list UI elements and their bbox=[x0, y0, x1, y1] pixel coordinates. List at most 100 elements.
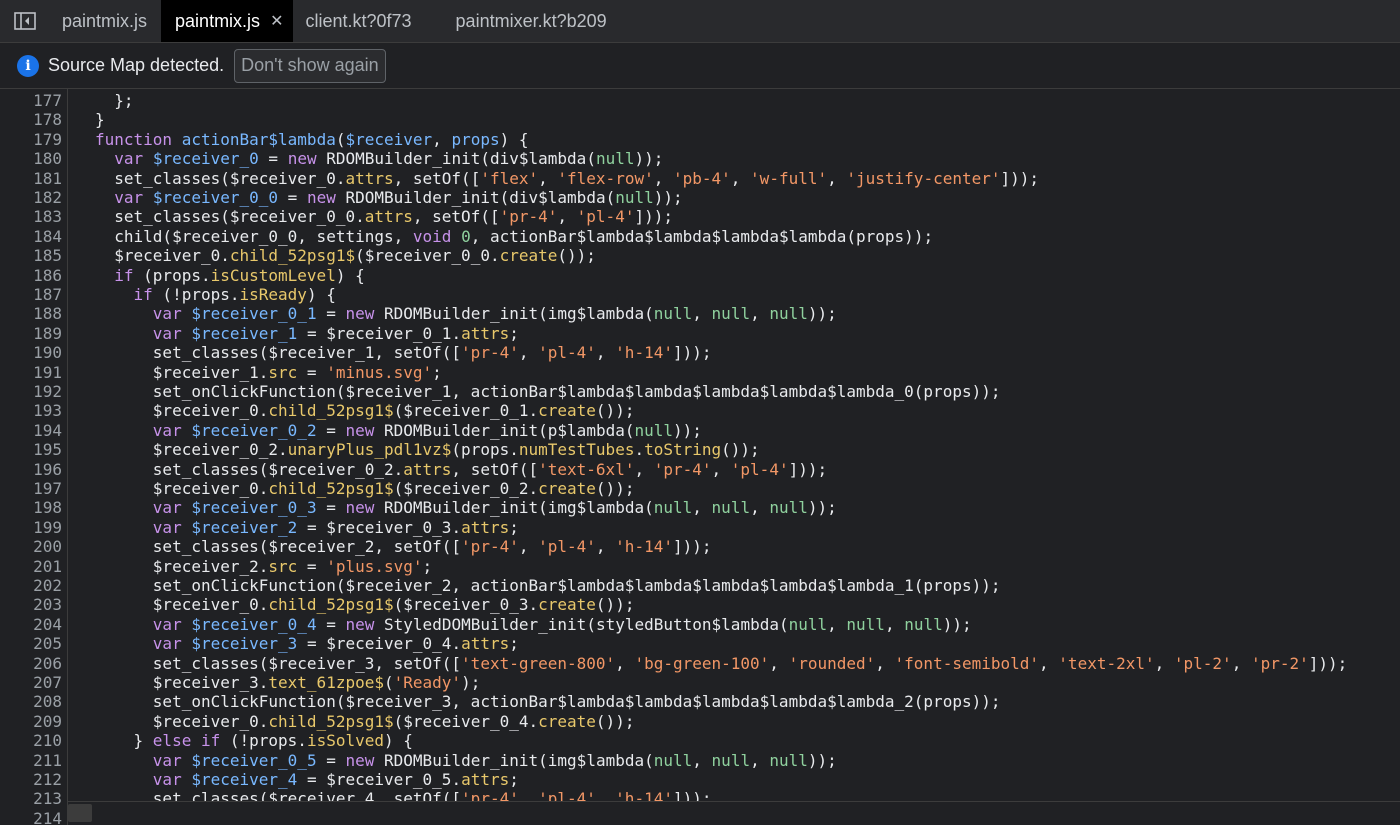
code-text: $receiver_0.child_52psg1$($receiver_0_3.… bbox=[95, 595, 635, 615]
code-line: 210 } else if (!props.isSolved) { bbox=[0, 731, 1400, 750]
code-text: var $receiver_2 = $receiver_0_3.attrs; bbox=[152, 517, 519, 537]
scrollbar-thumb[interactable] bbox=[68, 804, 92, 822]
code-text: set_classes($receiver_1, setOf(['pr-4', … bbox=[95, 343, 712, 363]
code-line: 191 $receiver_1.src = 'minus.svg'; bbox=[0, 363, 1400, 382]
code-line: 197 $receiver_0.child_52psg1$($receiver_… bbox=[0, 479, 1400, 498]
code-line: 186 if (props.isCustomLevel) { bbox=[0, 266, 1400, 285]
code-line: 178} bbox=[0, 110, 1400, 129]
code-text: var $receiver_4 = $receiver_0_5.attrs; bbox=[152, 770, 519, 789]
code-line: 182 var $receiver_0_0 = new RDOMBuilder_… bbox=[0, 188, 1400, 207]
code-line: 200 set_classes($receiver_2, setOf(['pr-… bbox=[0, 537, 1400, 556]
sidebar-toggle-button[interactable] bbox=[0, 0, 50, 42]
line-number[interactable]: 212 bbox=[0, 770, 62, 789]
line-number[interactable]: 180 bbox=[0, 149, 62, 168]
line-number[interactable]: 186 bbox=[0, 266, 62, 285]
line-number[interactable]: 205 bbox=[0, 634, 62, 653]
tab-client-kt[interactable]: client.kt?0f73 bbox=[293, 0, 425, 42]
line-number[interactable]: 203 bbox=[0, 595, 62, 614]
line-number[interactable]: 178 bbox=[0, 110, 62, 129]
line-number[interactable]: 204 bbox=[0, 615, 62, 634]
code-line: 204 var $receiver_0_4 = new StyledDOMBui… bbox=[0, 615, 1400, 634]
line-number[interactable]: 193 bbox=[0, 401, 62, 420]
line-number[interactable]: 202 bbox=[0, 576, 62, 595]
tab-bar: paintmix.js paintmix.js ✕ client.kt?0f73… bbox=[0, 0, 1400, 43]
line-number[interactable]: 190 bbox=[0, 343, 62, 362]
line-number[interactable]: 191 bbox=[0, 363, 62, 382]
code-text: } else if (!props.isSolved) { bbox=[95, 731, 413, 751]
line-number[interactable]: 177 bbox=[0, 91, 62, 110]
line-number[interactable]: 179 bbox=[0, 130, 62, 149]
code-line: 209 $receiver_0.child_52psg1$($receiver_… bbox=[0, 712, 1400, 731]
source-map-infobar: i Source Map detected. Don't show again bbox=[0, 43, 1400, 89]
line-number[interactable]: 210 bbox=[0, 731, 62, 750]
line-number[interactable]: 181 bbox=[0, 169, 62, 188]
code-line: 180 var $receiver_0 = new RDOMBuilder_in… bbox=[0, 149, 1400, 168]
code-line: 203 $receiver_0.child_52psg1$($receiver_… bbox=[0, 595, 1400, 614]
line-number[interactable]: 199 bbox=[0, 518, 62, 537]
code-text: set_onClickFunction($receiver_3, actionB… bbox=[95, 692, 1001, 712]
code-text: set_onClickFunction($receiver_2, actionB… bbox=[95, 576, 1001, 595]
horizontal-scrollbar[interactable] bbox=[68, 801, 1400, 825]
code-text: set_onClickFunction($receiver_1, actionB… bbox=[95, 382, 1001, 401]
code-line: 198 var $receiver_0_3 = new RDOMBuilder_… bbox=[0, 498, 1400, 517]
code-text: var $receiver_0_0 = new RDOMBuilder_init… bbox=[114, 188, 683, 207]
tab-paintmix-js-active[interactable]: paintmix.js ✕ bbox=[161, 0, 294, 42]
line-number[interactable]: 192 bbox=[0, 382, 62, 401]
line-number[interactable]: 197 bbox=[0, 479, 62, 498]
code-line: 196 set_classes($receiver_0_2.attrs, set… bbox=[0, 460, 1400, 479]
line-number[interactable]: 185 bbox=[0, 246, 62, 265]
code-line: 195 $receiver_0_2.unaryPlus_pdl1vz$(prop… bbox=[0, 440, 1400, 459]
code-line: 207 $receiver_3.text_61zpoe$('Ready'); bbox=[0, 673, 1400, 692]
code-text: } bbox=[95, 110, 105, 130]
code-text: }; bbox=[95, 91, 134, 110]
line-number[interactable]: 200 bbox=[0, 537, 62, 556]
code-text: $receiver_0.child_52psg1$($receiver_0_2.… bbox=[95, 479, 635, 498]
tab-paintmixer-kt[interactable]: paintmixer.kt?b209 bbox=[426, 0, 621, 42]
close-icon[interactable]: ✕ bbox=[270, 11, 283, 31]
code-text: var $receiver_0_1 = new RDOMBuilder_init… bbox=[152, 304, 837, 324]
tab-label: paintmixer.kt?b209 bbox=[455, 10, 607, 31]
code-line: 187 if (!props.isReady) { bbox=[0, 285, 1400, 304]
code-text: set_classes($receiver_3, setOf(['text-gr… bbox=[95, 653, 1348, 673]
code-line: 179 function actionBar$lambda($receiver, … bbox=[0, 130, 1400, 149]
code-text: set_classes($receiver_0.attrs, setOf(['f… bbox=[95, 168, 1040, 188]
line-number[interactable]: 184 bbox=[0, 227, 62, 246]
code-text: $receiver_0_2.unaryPlus_pdl1vz$(props.nu… bbox=[95, 440, 760, 460]
code-editor[interactable]: 177 }; 178} 179 function actionBar$lambda($… bbox=[0, 89, 1400, 825]
code-text: $receiver_2.src = 'plus.svg'; bbox=[95, 556, 433, 576]
code-line: 211 var $receiver_0_5 = new RDOMBuilder_… bbox=[0, 751, 1400, 770]
code-text: $receiver_0.child_52psg1$($receiver_0_4.… bbox=[95, 711, 635, 731]
line-number[interactable]: 182 bbox=[0, 188, 62, 207]
line-number[interactable]: 198 bbox=[0, 498, 62, 517]
code-text: child($receiver_0_0, settings, void 0, a… bbox=[95, 226, 934, 246]
line-number[interactable]: 189 bbox=[0, 324, 62, 343]
code-line: 206 set_classes($receiver_3, setOf(['tex… bbox=[0, 654, 1400, 673]
code-line: 185 $receiver_0.child_52psg1$($receiver_… bbox=[0, 246, 1400, 265]
line-number[interactable]: 214 bbox=[0, 809, 62, 825]
tab-label: client.kt?0f73 bbox=[305, 10, 412, 31]
tab-paintmix-js[interactable]: paintmix.js bbox=[50, 0, 161, 42]
line-number[interactable]: 188 bbox=[0, 304, 62, 323]
code-text: if (props.isCustomLevel) { bbox=[114, 265, 365, 285]
code-text: var $receiver_0_5 = new RDOMBuilder_init… bbox=[152, 750, 837, 770]
code-text: var $receiver_0 = new RDOMBuilder_init(d… bbox=[114, 149, 664, 169]
line-number[interactable]: 213 bbox=[0, 789, 62, 808]
dont-show-again-button[interactable]: Don't show again bbox=[234, 48, 386, 83]
code-line: 188 var $receiver_0_1 = new RDOMBuilder_… bbox=[0, 304, 1400, 323]
line-number[interactable]: 183 bbox=[0, 207, 62, 226]
line-number[interactable]: 209 bbox=[0, 712, 62, 731]
line-number[interactable]: 206 bbox=[0, 654, 62, 673]
line-number[interactable]: 201 bbox=[0, 557, 62, 576]
line-number[interactable]: 196 bbox=[0, 460, 62, 479]
line-number[interactable]: 194 bbox=[0, 421, 62, 440]
info-icon: i bbox=[17, 54, 39, 77]
code-line: 205 var $receiver_3 = $receiver_0_4.attr… bbox=[0, 634, 1400, 653]
line-number[interactable]: 187 bbox=[0, 285, 62, 304]
code-line: 190 set_classes($receiver_1, setOf(['pr-… bbox=[0, 343, 1400, 362]
code-text: set_classes($receiver_0_0.attrs, setOf([… bbox=[95, 207, 673, 227]
code-line: 194 var $receiver_0_2 = new RDOMBuilder_… bbox=[0, 421, 1400, 440]
line-number[interactable]: 211 bbox=[0, 751, 62, 770]
line-number[interactable]: 208 bbox=[0, 692, 62, 711]
line-number[interactable]: 195 bbox=[0, 440, 62, 459]
line-number[interactable]: 207 bbox=[0, 673, 62, 692]
